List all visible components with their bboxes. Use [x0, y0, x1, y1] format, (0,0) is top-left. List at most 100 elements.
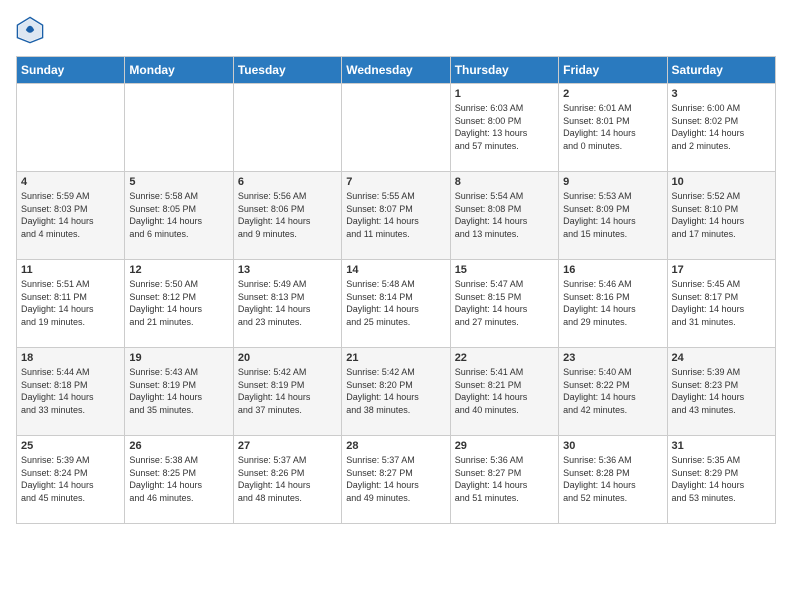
day-cell-9: 9 Sunrise: 5:53 AM Sunset: 8:09 PM Daylig…	[559, 172, 667, 260]
day-number: 2	[563, 88, 662, 100]
day-cell-20: 20 Sunrise: 5:42 AM Sunset: 8:19 PM Dayli…	[233, 348, 341, 436]
day-info: Sunrise: 5:40 AM Sunset: 8:22 PM Dayligh…	[563, 366, 662, 416]
empty-cell	[233, 84, 341, 172]
day-cell-31: 31 Sunrise: 5:35 AM Sunset: 8:29 PM Dayli…	[667, 436, 775, 524]
day-info: Sunrise: 5:59 AM Sunset: 8:03 PM Dayligh…	[21, 190, 120, 240]
day-number: 23	[563, 352, 662, 364]
day-cell-14: 14 Sunrise: 5:48 AM Sunset: 8:14 PM Dayli…	[342, 260, 450, 348]
page-header	[16, 16, 776, 44]
day-cell-24: 24 Sunrise: 5:39 AM Sunset: 8:23 PM Dayli…	[667, 348, 775, 436]
day-number: 5	[129, 176, 228, 188]
day-cell-30: 30Sunrise: 5:36 AM Sunset: 8:28 PM Dayli…	[559, 436, 667, 524]
day-number: 20	[238, 352, 337, 364]
day-info: Sunrise: 5:42 AM Sunset: 8:20 PM Dayligh…	[346, 366, 445, 416]
calendar-table: SundayMondayTuesdayWednesdayThursdayFrid…	[16, 56, 776, 524]
col-header-wednesday: Wednesday	[342, 57, 450, 84]
day-number: 12	[129, 264, 228, 276]
day-cell-3: 3Sunrise: 6:00 AM Sunset: 8:02 PM Daylig…	[667, 84, 775, 172]
empty-cell	[342, 84, 450, 172]
day-info: Sunrise: 5:44 AM Sunset: 8:18 PM Dayligh…	[21, 366, 120, 416]
day-info: Sunrise: 5:53 AM Sunset: 8:09 PM Dayligh…	[563, 190, 662, 240]
week-row-3: 11Sunrise: 5:51 AM Sunset: 8:11 PM Dayli…	[17, 260, 776, 348]
day-cell-2: 2 Sunrise: 6:01 AM Sunset: 8:01 PM Daylig…	[559, 84, 667, 172]
day-number: 26	[129, 440, 228, 452]
day-cell-25: 25 Sunrise: 5:39 AM Sunset: 8:24 PM Dayli…	[17, 436, 125, 524]
day-info: Sunrise: 5:35 AM Sunset: 8:29 PM Dayligh…	[672, 454, 771, 504]
logo	[16, 16, 48, 44]
day-number: 24	[672, 352, 771, 364]
day-number: 21	[346, 352, 445, 364]
day-info: Sunrise: 5:56 AM Sunset: 8:06 PM Dayligh…	[238, 190, 337, 240]
day-info: Sunrise: 5:52 AM Sunset: 8:10 PM Dayligh…	[672, 190, 771, 240]
day-info: Sunrise: 5:46 AM Sunset: 8:16 PM Dayligh…	[563, 278, 662, 328]
day-cell-15: 15 Sunrise: 5:47 AM Sunset: 8:15 PM Dayli…	[450, 260, 558, 348]
week-row-5: 25 Sunrise: 5:39 AM Sunset: 8:24 PM Dayli…	[17, 436, 776, 524]
day-info: Sunrise: 5:41 AM Sunset: 8:21 PM Dayligh…	[455, 366, 554, 416]
day-info: Sunrise: 5:36 AM Sunset: 8:28 PM Dayligh…	[563, 454, 662, 504]
day-info: Sunrise: 5:38 AM Sunset: 8:25 PM Dayligh…	[129, 454, 228, 504]
day-cell-29: 29 Sunrise: 5:36 AM Sunset: 8:27 PM Dayli…	[450, 436, 558, 524]
day-number: 19	[129, 352, 228, 364]
day-info: Sunrise: 6:03 AM Sunset: 8:00 PM Dayligh…	[455, 102, 554, 152]
col-header-tuesday: Tuesday	[233, 57, 341, 84]
day-number: 29	[455, 440, 554, 452]
day-number: 31	[672, 440, 771, 452]
day-number: 7	[346, 176, 445, 188]
day-number: 16	[563, 264, 662, 276]
day-number: 27	[238, 440, 337, 452]
week-row-1: 1Sunrise: 6:03 AM Sunset: 8:00 PM Daylig…	[17, 84, 776, 172]
day-number: 14	[346, 264, 445, 276]
day-cell-11: 11Sunrise: 5:51 AM Sunset: 8:11 PM Dayli…	[17, 260, 125, 348]
day-cell-7: 7Sunrise: 5:55 AM Sunset: 8:07 PM Daylig…	[342, 172, 450, 260]
day-number: 13	[238, 264, 337, 276]
day-cell-6: 6 Sunrise: 5:56 AM Sunset: 8:06 PM Daylig…	[233, 172, 341, 260]
logo-icon	[16, 16, 44, 44]
day-number: 10	[672, 176, 771, 188]
day-number: 15	[455, 264, 554, 276]
day-cell-26: 26 Sunrise: 5:38 AM Sunset: 8:25 PM Dayli…	[125, 436, 233, 524]
day-info: Sunrise: 5:43 AM Sunset: 8:19 PM Dayligh…	[129, 366, 228, 416]
day-info: Sunrise: 6:01 AM Sunset: 8:01 PM Dayligh…	[563, 102, 662, 152]
week-row-2: 4 Sunrise: 5:59 AM Sunset: 8:03 PM Daylig…	[17, 172, 776, 260]
day-cell-22: 22Sunrise: 5:41 AM Sunset: 8:21 PM Dayli…	[450, 348, 558, 436]
day-cell-17: 17 Sunrise: 5:45 AM Sunset: 8:17 PM Dayli…	[667, 260, 775, 348]
day-number: 6	[238, 176, 337, 188]
day-info: Sunrise: 6:00 AM Sunset: 8:02 PM Dayligh…	[672, 102, 771, 152]
day-cell-18: 18 Sunrise: 5:44 AM Sunset: 8:18 PM Dayli…	[17, 348, 125, 436]
col-header-sunday: Sunday	[17, 57, 125, 84]
day-info: Sunrise: 5:49 AM Sunset: 8:13 PM Dayligh…	[238, 278, 337, 328]
day-info: Sunrise: 5:39 AM Sunset: 8:23 PM Dayligh…	[672, 366, 771, 416]
day-cell-27: 27 Sunrise: 5:37 AM Sunset: 8:26 PM Dayli…	[233, 436, 341, 524]
col-header-friday: Friday	[559, 57, 667, 84]
day-cell-21: 21 Sunrise: 5:42 AM Sunset: 8:20 PM Dayli…	[342, 348, 450, 436]
day-number: 17	[672, 264, 771, 276]
day-number: 25	[21, 440, 120, 452]
day-cell-10: 10 Sunrise: 5:52 AM Sunset: 8:10 PM Dayli…	[667, 172, 775, 260]
day-cell-16: 16 Sunrise: 5:46 AM Sunset: 8:16 PM Dayli…	[559, 260, 667, 348]
day-cell-4: 4 Sunrise: 5:59 AM Sunset: 8:03 PM Daylig…	[17, 172, 125, 260]
day-number: 18	[21, 352, 120, 364]
day-info: Sunrise: 5:37 AM Sunset: 8:27 PM Dayligh…	[346, 454, 445, 504]
col-header-thursday: Thursday	[450, 57, 558, 84]
day-info: Sunrise: 5:42 AM Sunset: 8:19 PM Dayligh…	[238, 366, 337, 416]
day-info: Sunrise: 5:36 AM Sunset: 8:27 PM Dayligh…	[455, 454, 554, 504]
day-info: Sunrise: 5:48 AM Sunset: 8:14 PM Dayligh…	[346, 278, 445, 328]
week-row-4: 18 Sunrise: 5:44 AM Sunset: 8:18 PM Dayli…	[17, 348, 776, 436]
empty-cell	[17, 84, 125, 172]
day-cell-28: 28 Sunrise: 5:37 AM Sunset: 8:27 PM Dayli…	[342, 436, 450, 524]
day-number: 28	[346, 440, 445, 452]
day-cell-12: 12Sunrise: 5:50 AM Sunset: 8:12 PM Dayli…	[125, 260, 233, 348]
empty-cell	[125, 84, 233, 172]
day-info: Sunrise: 5:51 AM Sunset: 8:11 PM Dayligh…	[21, 278, 120, 328]
day-info: Sunrise: 5:45 AM Sunset: 8:17 PM Dayligh…	[672, 278, 771, 328]
day-number: 9	[563, 176, 662, 188]
day-info: Sunrise: 5:37 AM Sunset: 8:26 PM Dayligh…	[238, 454, 337, 504]
day-number: 4	[21, 176, 120, 188]
day-info: Sunrise: 5:39 AM Sunset: 8:24 PM Dayligh…	[21, 454, 120, 504]
calendar-body: 1Sunrise: 6:03 AM Sunset: 8:00 PM Daylig…	[17, 84, 776, 524]
day-info: Sunrise: 5:54 AM Sunset: 8:08 PM Dayligh…	[455, 190, 554, 240]
header-row: SundayMondayTuesdayWednesdayThursdayFrid…	[17, 57, 776, 84]
day-info: Sunrise: 5:47 AM Sunset: 8:15 PM Dayligh…	[455, 278, 554, 328]
day-cell-23: 23 Sunrise: 5:40 AM Sunset: 8:22 PM Dayli…	[559, 348, 667, 436]
col-header-saturday: Saturday	[667, 57, 775, 84]
